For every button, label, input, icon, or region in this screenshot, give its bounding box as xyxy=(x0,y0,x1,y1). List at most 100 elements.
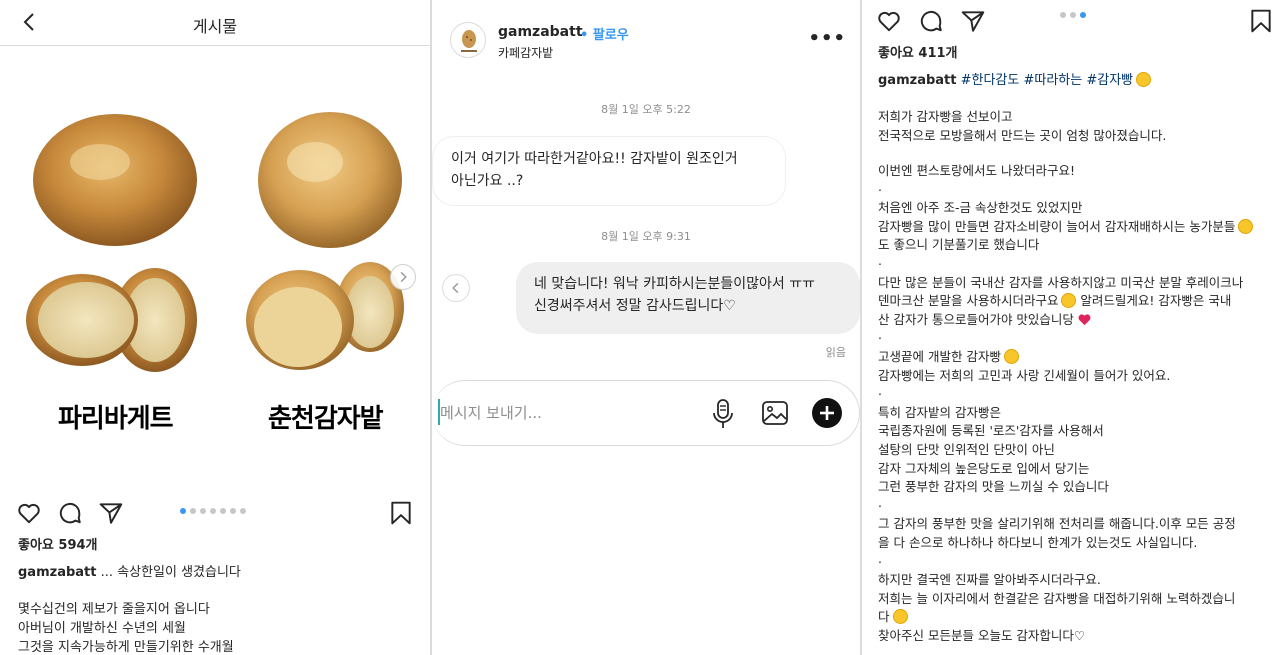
caption-line: 찾아주신 모든분들 오늘도 감자합니다♡ xyxy=(878,625,1085,644)
caption-line-text: 국립종자원에 등록된 '로즈'감자를 사용해서 xyxy=(878,423,1104,439)
caption-line-text: 다 xyxy=(878,609,890,625)
smiley-emoji-icon xyxy=(892,609,908,625)
share-icon[interactable] xyxy=(98,500,124,526)
caption-line: 고생끝에 개발한 감자빵 xyxy=(878,346,1019,365)
carousel-dot xyxy=(1080,12,1086,18)
add-icon[interactable] xyxy=(811,397,843,429)
carousel-dot xyxy=(190,508,196,514)
caption-line-text: . xyxy=(878,383,882,399)
smiley-emoji-icon xyxy=(1003,348,1019,364)
post-panel: 게시물 파리바게트 춘천감자밭 좋아요 594개 gamzabatt ... 속… xyxy=(0,0,430,655)
direct-message-panel: gamzabatt • 팔로우 카페감자밭 ••• 8월 1일 오후 5:22 … xyxy=(432,0,860,655)
caption-line: . xyxy=(878,383,882,398)
carousel-indicator xyxy=(1060,12,1086,20)
caption-text: ... 속상한일이 생겼습니다 xyxy=(96,565,241,580)
caption-line: . xyxy=(878,327,882,342)
caption-line: 하지만 결국엔 진짜를 알아봐주시더라구요. xyxy=(878,569,1101,588)
caption: gamzabatt ... 속상한일이 생겼습니다 xyxy=(18,561,241,580)
caption-line-text: 알려드릴게요! 감자빵은 국내 xyxy=(1076,293,1232,309)
caption-line-text: 하지만 결국엔 진짜를 알아봐주시더라구요. xyxy=(878,572,1101,588)
carousel-next-icon[interactable] xyxy=(390,264,416,290)
caption-line: 국립종자원에 등록된 '로즈'감자를 사용해서 xyxy=(878,420,1104,439)
sent-message[interactable]: 네 맞습니다! 워낙 카피하시는분들이많아서 ㅠㅠ 신경써주셔서 정말 감사드립… xyxy=(516,262,860,334)
caption-line-text: 저희는 늘 이자리에서 한결같은 감자빵을 대접하기위해 노력하겠습니 xyxy=(878,590,1236,606)
message-timestamp: 8월 1일 오후 9:31 xyxy=(601,230,691,243)
smiley-emoji-icon xyxy=(1061,293,1077,309)
carousel-dot xyxy=(220,508,226,514)
post-header: 게시물 xyxy=(0,0,430,46)
bookmark-icon[interactable] xyxy=(1248,8,1274,34)
caption-line-text: 설탕의 단맛 인위적인 단맛이 아닌 xyxy=(878,441,1055,457)
caption-line: 몇수십건의 제보가 줄을지어 옵니다 xyxy=(18,602,210,617)
like-count: 좋아요 594개 xyxy=(18,538,98,553)
carousel-dot xyxy=(230,508,236,514)
caption-line-text: 저희가 감자빵을 선보이고 xyxy=(878,109,1013,124)
caption-line-text: 다만 많은 분들이 국내산 감자를 사용하지않고 미국산 분말 후레이크나 xyxy=(878,274,1244,290)
share-icon[interactable] xyxy=(960,8,986,34)
message-line: 네 맞습니다! 워낙 카피하시는분들이많아서 ㅠㅠ xyxy=(534,276,816,292)
chat-username[interactable]: gamzabatt xyxy=(498,24,583,40)
follow-button[interactable]: • 팔로우 xyxy=(580,24,629,43)
caption-line: 특히 감자밭의 감자빵은 xyxy=(878,402,1001,421)
caption-line: 저희가 감자빵을 선보이고 xyxy=(878,106,1012,125)
caption-line-text: 감자 그자체의 높은당도로 입에서 당기는 xyxy=(878,460,1090,476)
caption-line-text: 전국적으로 모방을해서 만드는 곳이 엄청 많아졌습니다. xyxy=(878,127,1167,143)
carousel-dot xyxy=(1070,12,1076,18)
post-action-bar xyxy=(0,498,430,528)
caption-line: 그것을 지속가능하게 만들기위한 수개월 xyxy=(18,640,234,655)
message-line: 신경써주셔서 정말 감사드립니다♡ xyxy=(534,298,736,314)
caption-username[interactable]: gamzabatt xyxy=(878,73,956,88)
label-paris-baguette: 파리바게트 xyxy=(58,404,174,434)
caption-line: 산 감자가 통으로들어가야 맛있습니당 xyxy=(878,309,1092,328)
heart-icon[interactable] xyxy=(876,8,902,34)
microphone-icon[interactable] xyxy=(710,398,736,430)
caption-hashtags[interactable]: #한다감도 #따라하는 #감자빵 xyxy=(956,73,1134,88)
caption-line: . xyxy=(878,253,882,268)
caption-line: 감자빵에는 저희의 고민과 사랑 긴세월이 들어가 있어요. xyxy=(878,365,1170,384)
smiley-emoji-icon xyxy=(1238,218,1254,234)
caption-line: 다만 많은 분들이 국내산 감자를 사용하지않고 미국산 분말 후레이크나 xyxy=(878,272,1243,291)
caption-line: 저희는 늘 이자리에서 한결같은 감자빵을 대접하기위해 노력하겠습니 xyxy=(878,588,1235,607)
caption-line-text: 고생끝에 개발한 감자빵 xyxy=(878,348,1001,364)
comment-icon[interactable] xyxy=(918,8,944,34)
caption-line: 아버님이 개발하신 수년의 세월 xyxy=(18,621,186,636)
caption-line-text: . xyxy=(878,550,882,566)
more-options-icon[interactable]: ••• xyxy=(808,28,846,49)
caption-header: gamzabatt #한다감도 #따라하는 #감자빵 xyxy=(878,69,1152,88)
caption-line: 설탕의 단맛 인위적인 단맛이 아닌 xyxy=(878,439,1055,458)
caption-line-text: 도 좋으니 기분풀기로 했습니다 xyxy=(878,237,1040,253)
reply-arrow-icon[interactable] xyxy=(442,274,470,302)
comment-icon[interactable] xyxy=(57,500,83,526)
gallery-icon[interactable] xyxy=(761,399,789,427)
carousel-dot xyxy=(1060,12,1066,18)
potato-logo-icon xyxy=(461,30,477,52)
caption-line: 그 감자의 풍부한 맛을 살리기위해 전처리를 해줍니다.이후 모든 공정 xyxy=(878,513,1236,532)
bookmark-icon[interactable] xyxy=(388,500,414,526)
page-title: 게시물 xyxy=(192,17,238,36)
carousel-indicator xyxy=(180,508,246,516)
caption-line: 도 좋으니 기분풀기로 했습니다 xyxy=(878,234,1039,253)
caption-line-text: 감자빵에는 저희의 고민과 사랑 긴세월이 들어가 있어요. xyxy=(878,367,1171,383)
avatar[interactable] xyxy=(450,22,486,58)
caption-line: . xyxy=(878,551,882,566)
like-count: 좋아요 411개 xyxy=(878,46,958,61)
received-message[interactable]: 이거 여기가 따라한거같아요!! 감자밭이 원조인거 아닌가요 ..? xyxy=(432,136,786,206)
carousel-dot xyxy=(210,508,216,514)
caption-line: 덴마크산 분말을 사용하시더라구요 알려드릴게요! 감자빵은 국내 xyxy=(878,290,1231,309)
carousel-dot xyxy=(180,508,186,514)
caption-line: 전국적으로 모방을해서 만드는 곳이 엄청 많아졌습니다. xyxy=(878,125,1166,144)
carousel-dot xyxy=(240,508,246,514)
caption-line-text: 감자빵을 많이 만들면 감자소비량이 늘어서 감자재배하시는 농가분들 xyxy=(878,218,1236,234)
heart-icon[interactable] xyxy=(16,500,42,526)
caption-line: . xyxy=(878,495,882,510)
message-input[interactable]: 메시지 보내기... xyxy=(440,402,542,423)
caption-username[interactable]: gamzabatt xyxy=(18,565,96,580)
caption-line-text: . xyxy=(878,327,882,343)
caption-line-text: 이번엔 편스토랑에서도 나왔더라구요! xyxy=(878,162,1075,178)
caption-line-text: 덴마크산 분말을 사용하시더라구요 xyxy=(878,293,1059,309)
chat-subtitle: 카페감자밭 xyxy=(498,46,554,60)
caption-line: 처음엔 아주 조-금 속상한것도 있었지만 xyxy=(878,197,1082,216)
caption-line: 감자빵을 많이 만들면 감자소비량이 늘어서 감자재배하시는 농가분들 xyxy=(878,216,1254,235)
carousel-dot xyxy=(200,508,206,514)
message-line: 아닌가요 ..? xyxy=(451,173,524,189)
